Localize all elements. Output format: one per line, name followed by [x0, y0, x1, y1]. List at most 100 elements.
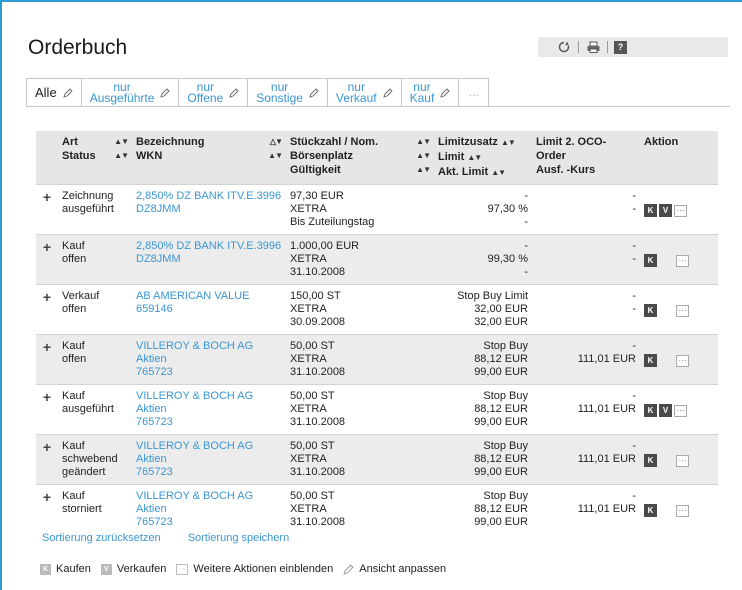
pencil-icon[interactable] — [309, 87, 319, 100]
table-row: + Kauf offen VILLEROY & BOCH AG Aktien 76572… — [36, 334, 718, 385]
sort-icon[interactable]: △▼ — [270, 135, 283, 149]
quantity: 50,00 ST — [290, 340, 335, 352]
tab-alle[interactable]: Alle — [26, 78, 82, 106]
refresh-icon[interactable] — [556, 39, 572, 55]
tab-more[interactable]: ... — [459, 78, 490, 106]
order-status: offen — [62, 303, 87, 315]
header-art: Art — [62, 136, 78, 148]
tab-ausgefuehrte[interactable]: nur Ausgeführte — [81, 78, 180, 106]
pencil-icon[interactable] — [160, 87, 171, 100]
buy-button[interactable]: K — [644, 254, 657, 267]
security-name-link[interactable]: AB AMERICAN VALUE — [136, 290, 250, 302]
wkn-link[interactable]: DZ8JMM — [136, 253, 181, 265]
wkn-link[interactable]: 765723 — [136, 366, 173, 378]
buy-button[interactable]: K — [644, 404, 657, 417]
security-name-link[interactable]: 2,850% DZ BANK ITV.E.3996 — [136, 190, 281, 202]
order-status: geändert — [62, 466, 106, 478]
pencil-icon[interactable] — [62, 88, 73, 99]
tab-sonstige[interactable]: nur Sonstige — [248, 78, 328, 106]
limit-value: 88,12 EUR — [474, 353, 528, 365]
limit-cell: Stop Buy 88,12 EUR 99,00 EUR — [434, 434, 532, 485]
wkn-link[interactable]: 765723 — [136, 416, 173, 428]
header-stueck-boerse[interactable]: Stückzahl / Nom. ▲▼ Börsenplatz ▲▼ Gültigk… — [286, 131, 434, 185]
header-limit[interactable]: Limitzusatz ▲▼ Limit ▲▼ Akt. Limit ▲▼ — [434, 131, 532, 185]
exchange: XETRA — [290, 503, 327, 515]
header-wkn: WKN — [136, 150, 163, 162]
row-actions: K ··· — [644, 240, 714, 267]
buy-button[interactable]: K — [644, 504, 657, 517]
sort-icon[interactable]: ▲▼ — [501, 138, 516, 147]
sort-icon[interactable]: ▲▼ — [114, 149, 129, 163]
security-name-link[interactable]: VILLEROY & BOCH AG Aktien — [136, 440, 253, 465]
current-limit: 32,00 EUR — [474, 316, 528, 328]
sort-icon[interactable]: ▲▼ — [467, 153, 482, 162]
pencil-icon[interactable] — [382, 87, 393, 100]
save-sort-link[interactable]: Sortierung speichern — [188, 532, 290, 544]
security-name-link[interactable]: 2,850% DZ BANK ITV.E.3996 — [136, 240, 281, 252]
more-actions-button[interactable]: ··· — [674, 204, 687, 217]
sell-button[interactable]: V — [659, 404, 672, 417]
more-actions-button[interactable]: ··· — [676, 454, 689, 467]
wkn-link[interactable]: DZ8JMM — [136, 203, 181, 215]
plus-icon[interactable]: + — [40, 340, 54, 354]
security-name-link[interactable]: VILLEROY & BOCH AG Aktien — [136, 340, 253, 365]
header-bezeichnung-wkn[interactable]: Bezeichnung △▼ WKN ▲▼ — [132, 131, 286, 185]
security-name-link[interactable]: VILLEROY & BOCH AG Aktien — [136, 390, 253, 415]
limit-cell: Stop Buy 88,12 EUR 99,00 EUR — [434, 384, 532, 435]
order-type: Kauf — [62, 340, 85, 352]
sort-icon[interactable]: ▲▼ — [114, 135, 129, 149]
header-aktion: Aktion — [640, 131, 718, 185]
limit-addition: Stop Buy — [483, 490, 528, 502]
more-actions-button[interactable]: ··· — [676, 504, 689, 517]
pencil-icon[interactable] — [229, 87, 239, 100]
wkn-link[interactable]: 765723 — [136, 516, 173, 528]
legend-view-label: Ansicht anpassen — [359, 563, 447, 575]
security-name-link[interactable]: VILLEROY & BOCH AG Aktien — [136, 490, 253, 515]
pencil-icon[interactable] — [440, 87, 450, 100]
plus-icon[interactable]: + — [40, 390, 54, 404]
wkn-link[interactable]: 765723 — [136, 466, 173, 478]
print-icon[interactable] — [585, 39, 601, 55]
help-icon[interactable]: ? — [614, 40, 627, 54]
limit-addition: Stop Buy — [483, 340, 528, 352]
sort-icon[interactable]: ▲▼ — [491, 168, 506, 177]
buy-button[interactable]: K — [644, 304, 657, 317]
toolbar-separator — [607, 41, 608, 53]
sort-icon[interactable]: ▲▼ — [416, 149, 431, 163]
more-actions-button[interactable]: ··· — [676, 354, 689, 367]
tab-offene[interactable]: nur Offene — [179, 78, 249, 106]
art-status-cell: Kauf ausgeführt — [58, 384, 132, 435]
more-actions-button[interactable]: ··· — [676, 254, 689, 267]
tab-kauf[interactable]: nur Kauf — [401, 78, 460, 106]
order-status: offen — [62, 353, 87, 365]
more-actions-button[interactable]: ··· — [676, 304, 689, 317]
reset-sort-link[interactable]: Sortierung zurücksetzen — [42, 532, 161, 544]
plus-icon[interactable]: + — [40, 440, 54, 454]
art-status-cell: Kauf schwebend geändert — [58, 434, 132, 485]
plus-icon[interactable]: + — [40, 290, 54, 304]
sort-icon[interactable]: ▲▼ — [416, 135, 431, 149]
sell-button[interactable]: V — [659, 204, 672, 217]
sort-icon[interactable]: ▲▼ — [268, 149, 283, 163]
limit-cell: -99,30 % - — [434, 234, 532, 285]
header-art-status[interactable]: Art ▲▼ Status ▲▼ — [58, 131, 132, 185]
header-gueltigkeit: Gültigkeit — [290, 164, 341, 176]
tab-verkauf[interactable]: nur Verkauf — [327, 78, 402, 106]
sort-icon[interactable]: ▲▼ — [416, 163, 431, 177]
buy-button[interactable]: K — [644, 204, 657, 217]
buy-button[interactable]: K — [644, 354, 657, 367]
wkn-link[interactable]: 659146 — [136, 303, 173, 315]
plus-icon[interactable]: + — [40, 240, 54, 254]
header-bezeichnung: Bezeichnung — [136, 136, 205, 148]
order-type: Kauf — [62, 490, 85, 502]
action-legend: K Kaufen V Verkaufen ··· Weitere Aktionen e… — [40, 563, 456, 575]
quantity-cell: 50,00 ST XETRA 31.10.2008 — [286, 484, 434, 534]
plus-icon[interactable]: + — [40, 190, 54, 204]
quantity-cell: 50,00 ST XETRA 31.10.2008 — [286, 334, 434, 385]
limit-cell: Stop Buy 88,12 EUR 99,00 EUR — [434, 334, 532, 385]
more-actions-button[interactable]: ··· — [674, 404, 687, 417]
plus-icon[interactable]: + — [40, 490, 54, 504]
buy-button[interactable]: K — [644, 454, 657, 467]
limit-value: 32,00 EUR — [474, 303, 528, 315]
quantity-cell: 150,00 ST XETRA 30.09.2008 — [286, 284, 434, 335]
